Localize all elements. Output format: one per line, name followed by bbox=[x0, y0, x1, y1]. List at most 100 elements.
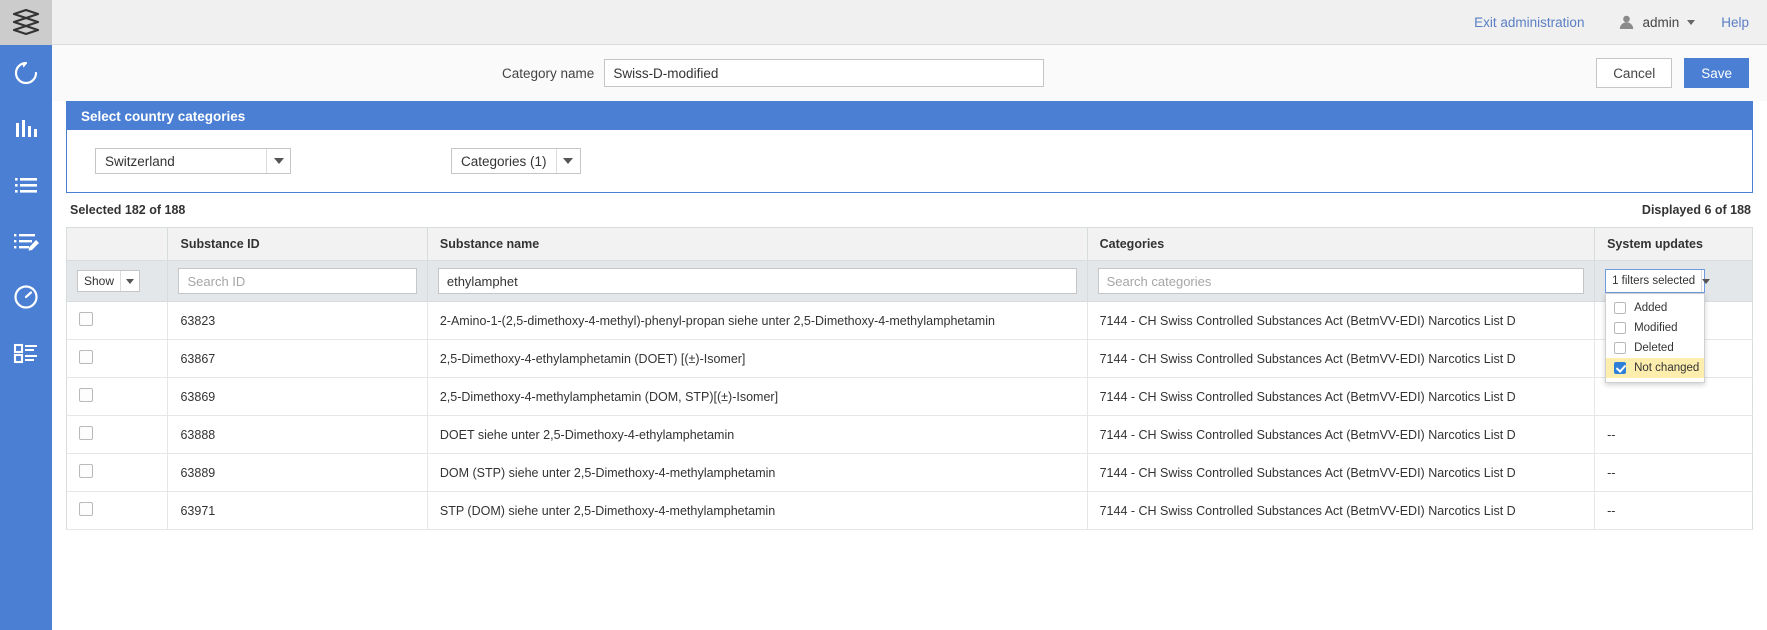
categories-select[interactable]: Categories (1) bbox=[451, 148, 581, 174]
table-header-row: Substance ID Substance name Categories S… bbox=[67, 228, 1753, 261]
row-categories: 7144 - CH Swiss Controlled Substances Ac… bbox=[1087, 340, 1594, 378]
table-filter-row: Show bbox=[67, 261, 1753, 302]
country-select-value: Switzerland bbox=[96, 149, 266, 173]
dashboard-icon bbox=[12, 339, 40, 367]
sidebar-item-dashboard[interactable] bbox=[0, 325, 52, 381]
th-select bbox=[67, 228, 168, 261]
cancel-button[interactable]: Cancel bbox=[1596, 58, 1672, 88]
sidebar-item-edit-list[interactable] bbox=[0, 213, 52, 269]
row-categories: 7144 - CH Swiss Controlled Substances Ac… bbox=[1087, 378, 1594, 416]
app-root: Exit administration admin Help Category … bbox=[0, 0, 1767, 630]
sidebar-item-lists[interactable] bbox=[0, 157, 52, 213]
row-checkbox[interactable] bbox=[79, 312, 93, 326]
row-checkbox[interactable] bbox=[79, 502, 93, 516]
left-sidebar bbox=[0, 0, 52, 630]
sidebar-item-refresh[interactable] bbox=[0, 45, 52, 101]
checkbox-icon[interactable] bbox=[1614, 322, 1626, 334]
row-system-updates: -- bbox=[1595, 492, 1753, 530]
row-categories: 7144 - CH Swiss Controlled Substances Ac… bbox=[1087, 416, 1594, 454]
table-row[interactable]: 63889DOM (STP) siehe unter 2,5-Dimethoxy… bbox=[67, 454, 1753, 492]
system-updates-filter-button[interactable]: 1 filters selected bbox=[1605, 269, 1705, 293]
table-row[interactable]: 63888DOET siehe unter 2,5-Dimethoxy-4-et… bbox=[67, 416, 1753, 454]
system-updates-filter-arrow bbox=[1701, 270, 1710, 292]
row-system-updates bbox=[1595, 378, 1753, 416]
caret-down-icon bbox=[274, 158, 284, 164]
stacked-layers-logo-icon bbox=[9, 8, 43, 38]
panel-area: Select country categories Switzerland Ca… bbox=[52, 101, 1767, 193]
system-updates-filter-option-label: Not changed bbox=[1634, 362, 1699, 374]
sidebar-item-charts[interactable] bbox=[0, 101, 52, 157]
substances-table: Substance ID Substance name Categories S… bbox=[66, 227, 1753, 530]
show-select[interactable]: Show bbox=[77, 270, 140, 292]
category-name-input[interactable] bbox=[604, 59, 1044, 87]
action-row: Category name Cancel Save bbox=[52, 45, 1767, 101]
row-categories: 7144 - CH Swiss Controlled Substances Ac… bbox=[1087, 302, 1594, 340]
user-menu[interactable]: admin bbox=[1618, 14, 1695, 31]
show-select-label: Show bbox=[78, 271, 120, 291]
table-row[interactable]: 63971STP (DOM) siehe unter 2,5-Dimethoxy… bbox=[67, 492, 1753, 530]
row-checkbox[interactable] bbox=[79, 388, 93, 402]
search-name-input[interactable] bbox=[438, 268, 1077, 294]
row-system-updates: -- bbox=[1595, 416, 1753, 454]
row-checkbox[interactable] bbox=[79, 350, 93, 364]
app-logo[interactable] bbox=[0, 0, 52, 45]
user-avatar-icon bbox=[1618, 14, 1635, 31]
search-categories-input[interactable] bbox=[1098, 268, 1584, 294]
system-updates-filter-menu[interactable]: Added ModifiedDeleted Not changed bbox=[1605, 293, 1705, 383]
system-updates-filter-option-label: Added bbox=[1634, 302, 1667, 314]
clock-icon bbox=[12, 283, 40, 311]
main-column: Exit administration admin Help Category … bbox=[52, 0, 1767, 630]
counts-row: Selected 182 of 188 Displayed 6 of 188 bbox=[52, 193, 1767, 227]
caret-down-icon bbox=[1702, 279, 1710, 284]
search-categories-cell bbox=[1087, 261, 1594, 302]
substances-table-wrap: Substance ID Substance name Categories S… bbox=[52, 227, 1767, 580]
panel-title: Select country categories bbox=[67, 102, 1752, 130]
search-name-cell bbox=[427, 261, 1087, 302]
table-row[interactable]: 638692,5-Dimethoxy-4-methylamphetamin (D… bbox=[67, 378, 1753, 416]
selected-count: Selected 182 of 188 bbox=[70, 203, 185, 217]
country-select-arrow bbox=[266, 149, 290, 173]
row-select-cell bbox=[67, 416, 168, 454]
th-categories[interactable]: Categories bbox=[1087, 228, 1594, 261]
table-row[interactable]: 638232-Amino-1-(2,5-dimethoxy-4-methyl)-… bbox=[67, 302, 1753, 340]
th-substance-name[interactable]: Substance name bbox=[427, 228, 1087, 261]
sidebar-item-history[interactable] bbox=[0, 269, 52, 325]
table-body: 638232-Amino-1-(2,5-dimethoxy-4-methyl)-… bbox=[67, 302, 1753, 530]
user-menu-label: admin bbox=[1642, 15, 1679, 30]
checkbox-icon[interactable] bbox=[1614, 342, 1626, 354]
search-id-input[interactable] bbox=[178, 268, 416, 294]
country-select[interactable]: Switzerland bbox=[95, 148, 291, 174]
help-link[interactable]: Help bbox=[1721, 15, 1749, 30]
row-select-cell bbox=[67, 302, 168, 340]
row-substance-id: 63869 bbox=[168, 378, 427, 416]
th-system-updates[interactable]: System updates bbox=[1595, 228, 1753, 261]
system-updates-filter-option[interactable]: Deleted bbox=[1606, 338, 1704, 358]
row-substance-id: 63971 bbox=[168, 492, 427, 530]
save-button[interactable]: Save bbox=[1684, 58, 1749, 88]
show-select-arrow bbox=[120, 271, 139, 291]
row-substance-name: DOET siehe unter 2,5-Dimethoxy-4-ethylam… bbox=[427, 416, 1087, 454]
row-checkbox[interactable] bbox=[79, 426, 93, 440]
category-name-label: Category name bbox=[502, 66, 594, 81]
system-updates-filter-label: 1 filters selected bbox=[1606, 270, 1701, 292]
table-row[interactable]: 638672,5-Dimethoxy-4-ethylamphetamin (DO… bbox=[67, 340, 1753, 378]
system-updates-filter-option[interactable]: Added bbox=[1606, 298, 1704, 318]
list-edit-icon bbox=[12, 227, 40, 255]
bar-chart-icon bbox=[12, 115, 40, 143]
row-categories: 7144 - CH Swiss Controlled Substances Ac… bbox=[1087, 454, 1594, 492]
row-categories: 7144 - CH Swiss Controlled Substances Ac… bbox=[1087, 492, 1594, 530]
row-substance-id: 63823 bbox=[168, 302, 427, 340]
checkbox-icon[interactable] bbox=[1614, 302, 1626, 314]
row-checkbox[interactable] bbox=[79, 464, 93, 478]
caret-down-icon bbox=[563, 158, 573, 164]
checkbox-checked-icon[interactable] bbox=[1614, 362, 1626, 374]
row-substance-id: 63888 bbox=[168, 416, 427, 454]
system-updates-filter-option[interactable]: Not changed bbox=[1606, 358, 1704, 378]
caret-down-icon bbox=[126, 279, 134, 284]
row-substance-name: 2,5-Dimethoxy-4-methylamphetamin (DOM, S… bbox=[427, 378, 1087, 416]
exit-administration-link[interactable]: Exit administration bbox=[1474, 15, 1584, 30]
th-substance-id[interactable]: Substance ID bbox=[168, 228, 427, 261]
bottom-filler bbox=[52, 580, 1767, 630]
system-updates-filter-option[interactable]: Modified bbox=[1606, 318, 1704, 338]
row-substance-name: STP (DOM) siehe unter 2,5-Dimethoxy-4-me… bbox=[427, 492, 1087, 530]
